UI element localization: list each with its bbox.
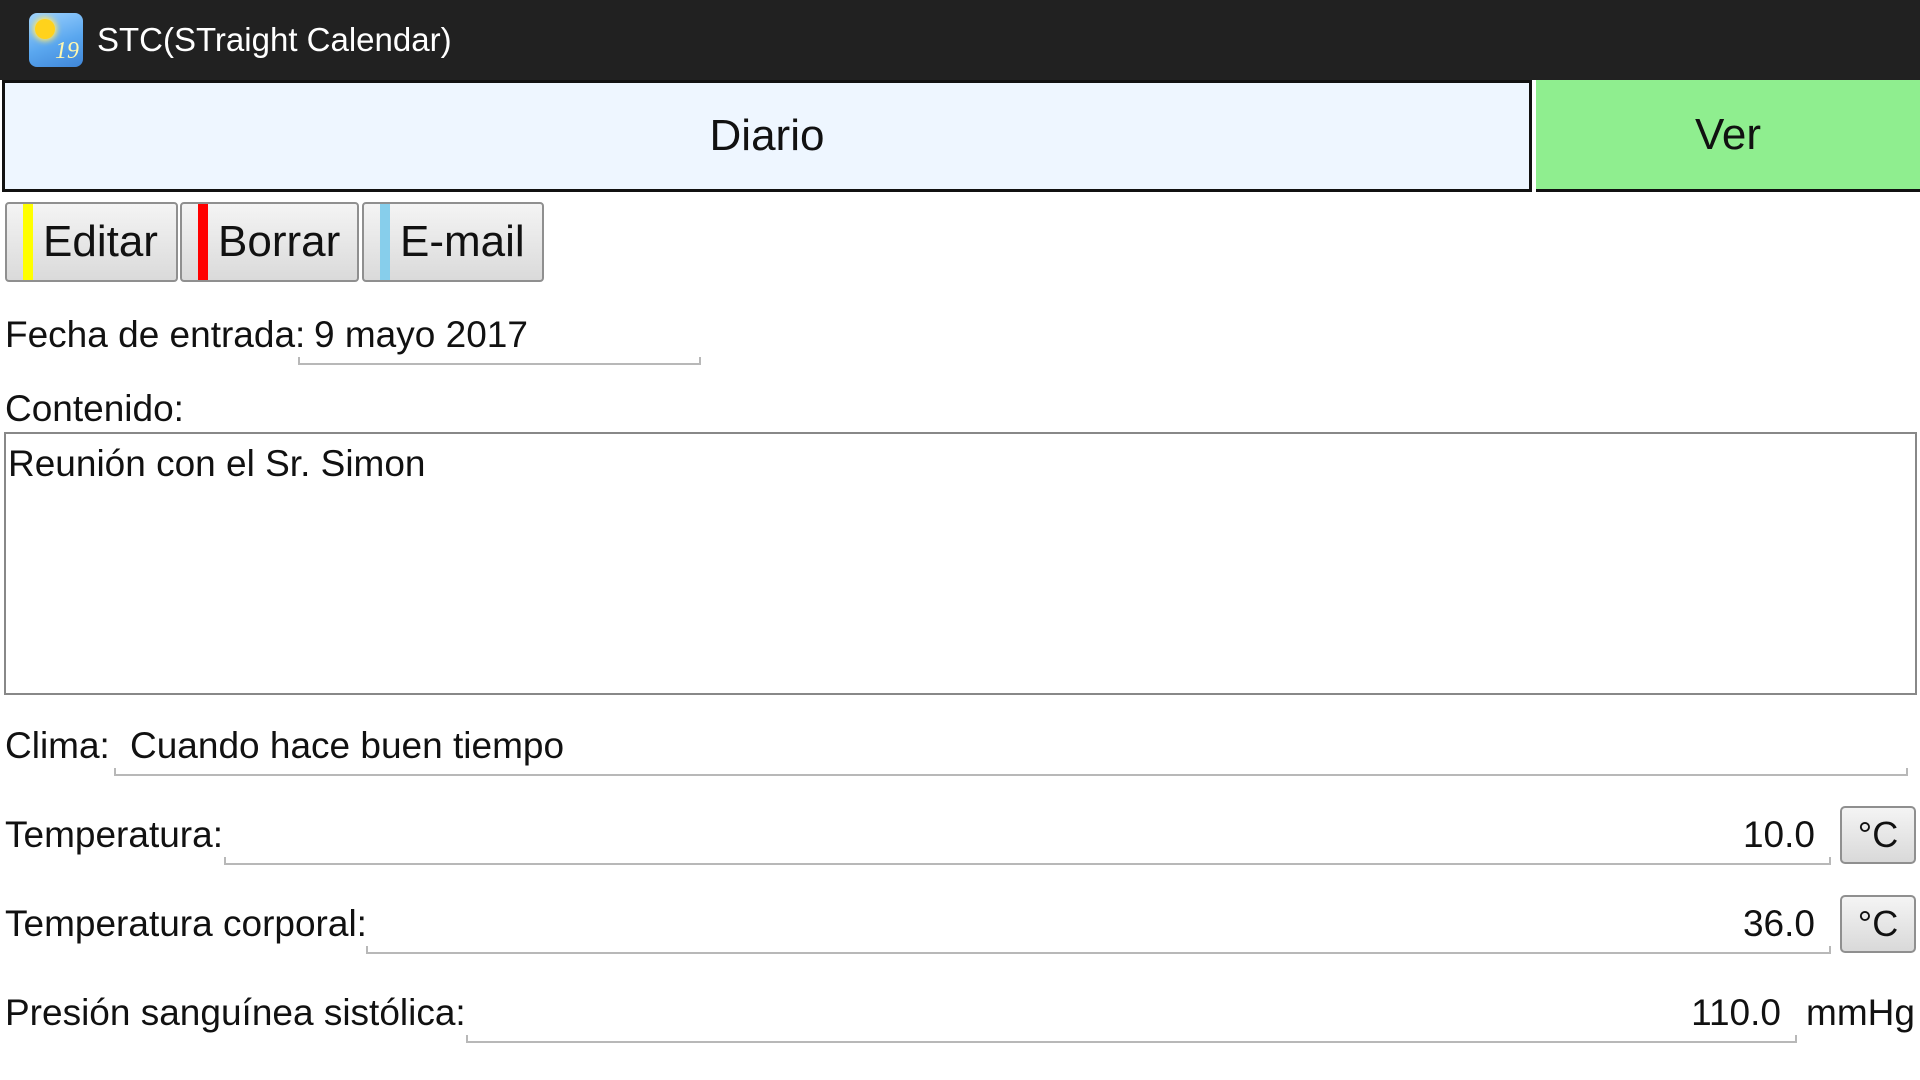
systolic-field[interactable]: 110.0 (466, 991, 1797, 1043)
email-button-label: E-mail (400, 217, 525, 266)
body-temp-value: 36.0 (1742, 903, 1815, 944)
tab-view[interactable]: Ver (1536, 80, 1920, 192)
delete-button-label: Borrar (218, 217, 341, 266)
systolic-label: Presión sanguínea sistólica: (5, 992, 466, 1033)
systolic-value: 110.0 (1691, 992, 1781, 1033)
edit-color-strip (23, 204, 33, 280)
body-temp-unit-button[interactable]: °C (1840, 895, 1916, 953)
temperature-unit-button[interactable]: °C (1840, 806, 1916, 864)
temperature-label: Temperatura: (5, 814, 223, 855)
body-temp-label: Temperatura corporal: (5, 903, 367, 944)
body-temp-field[interactable]: 36.0 (366, 902, 1831, 954)
tab-diary[interactable]: Diario (2, 80, 1532, 192)
title-bar: 19 STC(STraight Calendar) (0, 0, 1920, 80)
tab-bar: Diario Ver (0, 80, 1920, 196)
weather-value: Cuando hace buen tiempo (130, 725, 565, 766)
temperature-value: 10.0 (1742, 814, 1815, 855)
edit-button-label: Editar (43, 217, 158, 266)
weather-label: Clima: (5, 725, 110, 766)
app-title: STC(STraight Calendar) (97, 21, 452, 58)
weather-field[interactable]: Cuando hace buen tiempo (114, 724, 1908, 776)
temperature-field[interactable]: 10.0 (224, 813, 1831, 865)
email-color-strip (380, 204, 390, 280)
content-value: Reunión con el Sr. Simon (8, 443, 426, 484)
content-textarea[interactable]: Reunión con el Sr. Simon (4, 432, 1917, 695)
systolic-unit: mmHg (1806, 992, 1915, 1033)
edit-button[interactable]: Editar (5, 202, 178, 282)
date-value: 9 mayo 2017 (314, 314, 528, 355)
content-label: Contenido: (5, 388, 184, 429)
delete-color-strip (198, 204, 208, 280)
delete-button[interactable]: Borrar (180, 202, 359, 282)
date-label: Fecha de entrada: (5, 314, 306, 355)
app-logo-icon: 19 (29, 13, 83, 67)
email-button[interactable]: E-mail (362, 202, 544, 282)
date-field[interactable]: 9 mayo 2017 (298, 313, 701, 365)
